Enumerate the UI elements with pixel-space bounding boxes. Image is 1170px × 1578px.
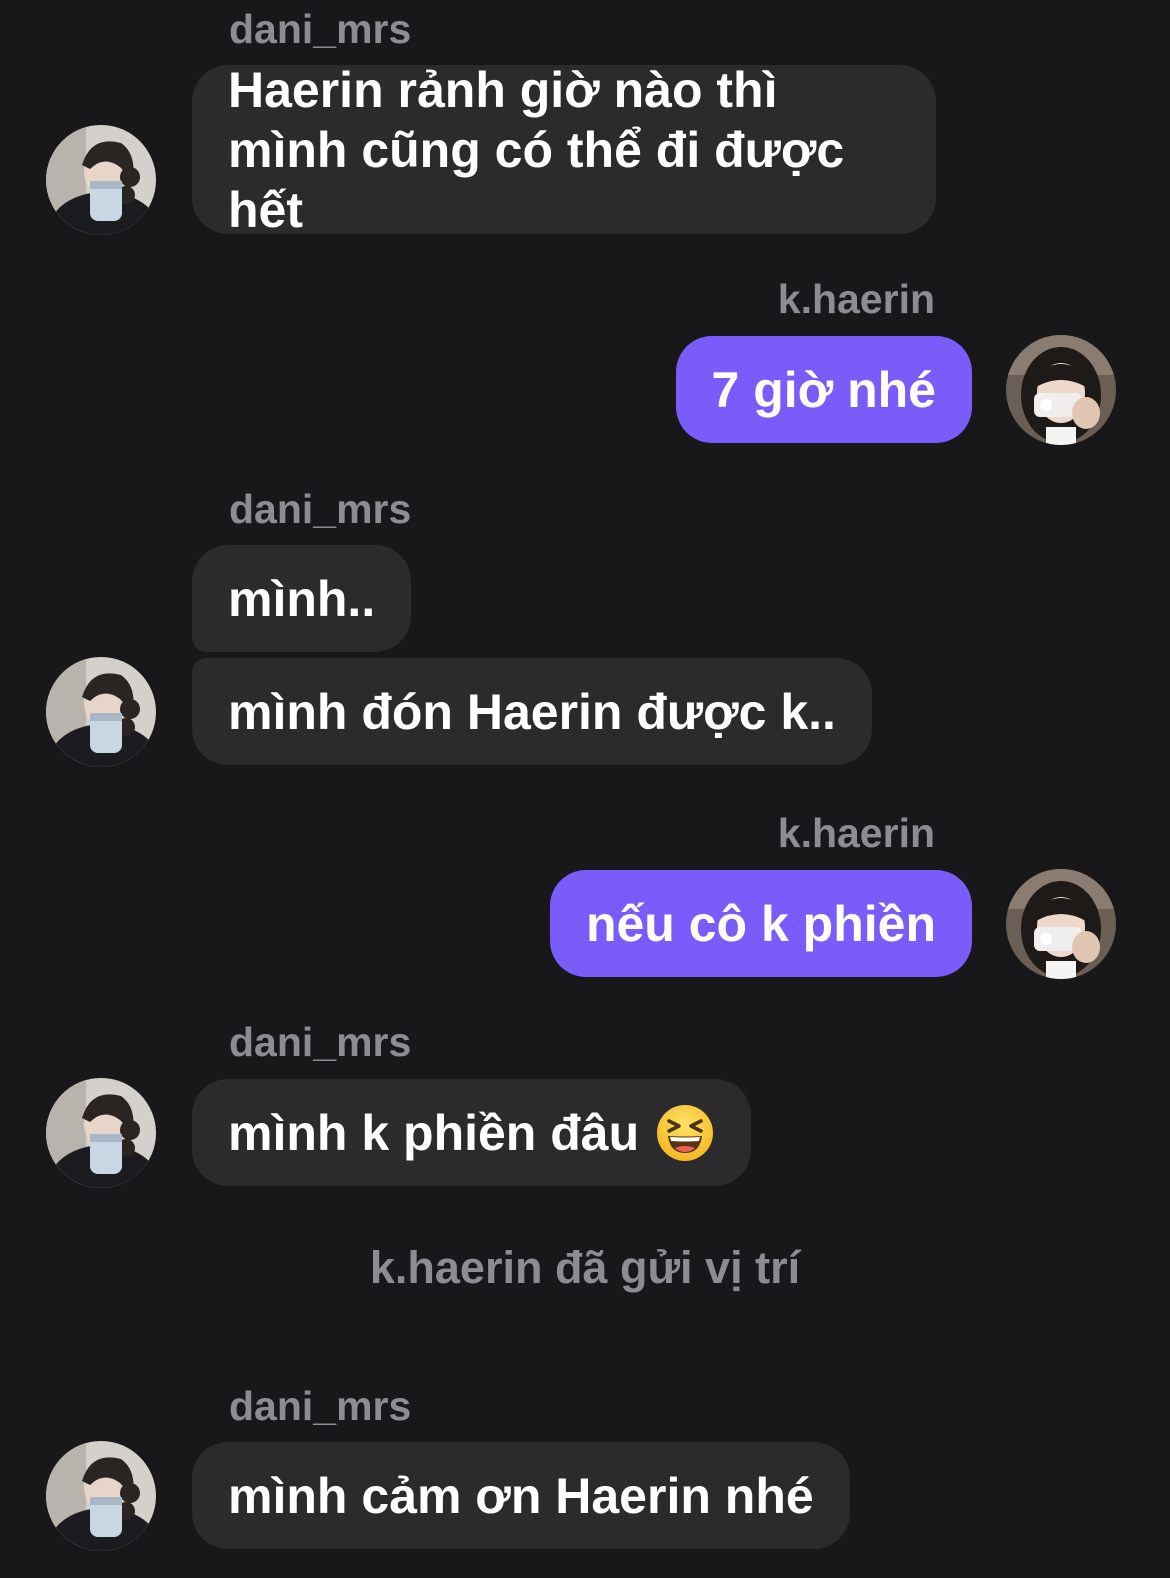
avatar-dani-mrs[interactable] xyxy=(46,1441,156,1551)
message-bubble-incoming[interactable]: mình.. xyxy=(192,545,412,652)
sender-name: dani_mrs xyxy=(229,6,412,52)
sender-name: k.haerin xyxy=(777,810,935,856)
message-bubble-outgoing[interactable]: 7 giờ nhé xyxy=(675,336,972,443)
message-text: nếu cô k phiền xyxy=(585,895,936,952)
avatar-k-haerin[interactable] xyxy=(1006,869,1116,979)
message-text: mình cảm ơn Haerin nhé xyxy=(228,1467,814,1524)
message-text: mình đón Haerin được k.. xyxy=(228,683,836,740)
sender-name: dani_mrs xyxy=(229,486,412,532)
message-bubble-incoming[interactable]: mình k phiền đâu xyxy=(192,1079,752,1186)
sender-name: dani_mrs xyxy=(229,1383,412,1429)
sender-name: dani_mrs xyxy=(229,1019,412,1065)
message-bubble-incoming[interactable]: mình đón Haerin được k.. xyxy=(192,658,872,765)
grinning-squinting-face-icon xyxy=(655,1103,715,1163)
message-text: Haerin rảnh giờ nào thì mình cũng có thể… xyxy=(228,61,845,238)
message-text: 7 giờ nhé xyxy=(711,361,936,418)
avatar-dani-mrs[interactable] xyxy=(46,1078,156,1188)
message-bubble-incoming[interactable]: Haerin rảnh giờ nào thì mình cũng có thể… xyxy=(192,62,936,238)
system-message-location-shared: k.haerin đã gửi vị trí xyxy=(369,1242,801,1293)
message-text: mình.. xyxy=(228,570,376,627)
message-text: mình k phiền đâu xyxy=(228,1104,640,1161)
avatar-k-haerin[interactable] xyxy=(1006,335,1116,445)
avatar-dani-mrs[interactable] xyxy=(46,657,156,767)
avatar-dani-mrs[interactable] xyxy=(46,125,156,235)
sender-name: k.haerin xyxy=(777,276,935,322)
message-bubble-outgoing[interactable]: nếu cô k phiền xyxy=(549,870,972,977)
message-bubble-incoming[interactable]: mình cảm ơn Haerin nhé xyxy=(192,1442,850,1549)
